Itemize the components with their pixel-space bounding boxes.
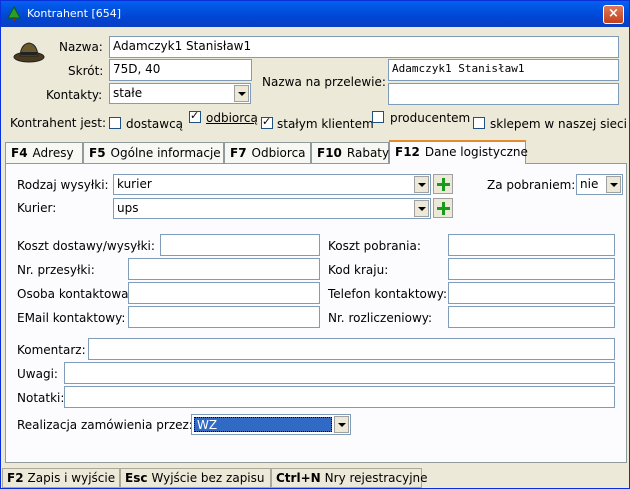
skrot-label: Skrót: — [68, 64, 104, 78]
tab-key: F12 — [395, 145, 420, 159]
status-exit-no-save[interactable]: Esc Wyjście bez zapisu — [120, 468, 271, 488]
nazwa-input[interactable]: Adamczyk1 Stanisław1 — [109, 36, 619, 58]
notatki-label: Notatki: — [17, 391, 65, 405]
chevron-down-icon[interactable] — [334, 416, 349, 433]
status-registration-numbers[interactable]: Ctrl+N Nry rejestracyjne — [271, 468, 428, 488]
komentarz-input[interactable] — [88, 338, 615, 360]
koszt-pobrania-input[interactable] — [448, 234, 615, 256]
status-key: Ctrl+N — [276, 471, 321, 485]
sklep-checkbox[interactable] — [473, 117, 485, 129]
nr-przesylki-label: Nr. przesyłki: — [17, 263, 95, 277]
window-title: Kontrahent [654] — [27, 7, 122, 20]
tab-label: Ogólne informacje — [110, 146, 221, 160]
tab-key: F5 — [89, 146, 106, 160]
chevron-down-icon[interactable] — [414, 200, 429, 217]
dostawca-label: dostawcą — [126, 117, 184, 131]
skrot-input[interactable]: 75D, 40 — [109, 59, 252, 81]
realizacja-value: WZ — [194, 417, 332, 432]
add-rodzaj-button[interactable] — [433, 174, 453, 194]
telefon-label: Telefon kontaktowy: — [328, 287, 447, 301]
status-key: F2 — [7, 471, 24, 485]
sklep-label: sklepem w naszej sieci — [490, 117, 627, 131]
email-label: EMail kontaktowy: — [17, 311, 126, 325]
osoba-input[interactable] — [128, 282, 320, 304]
tab-label: Adresy — [32, 146, 74, 160]
status-key: Esc — [125, 471, 148, 485]
koszt-dostawy-label: Koszt dostawy/wysyłki: — [17, 239, 155, 253]
komentarz-label: Komentarz: — [17, 343, 86, 357]
producent-checkbox[interactable] — [372, 111, 384, 123]
koszt-dostawy-input[interactable] — [160, 234, 320, 256]
app-icon — [7, 6, 21, 21]
kod-kraju-label: Kod kraju: — [328, 263, 389, 277]
przelew-input-2[interactable] — [388, 83, 619, 105]
kontakty-select[interactable]: stałe — [109, 83, 251, 104]
status-bar: F2 Zapis i wyjście Esc Wyjście bez zapisu … — [1, 466, 629, 488]
odbiorca-checkbox[interactable] — [189, 109, 201, 123]
tab-key: F10 — [317, 146, 342, 160]
kontakty-value: stałe — [113, 86, 143, 100]
kod-kraju-input[interactable] — [448, 258, 615, 280]
tab-dane-logistyczne[interactable]: F12 Dane logistyczne — [389, 140, 528, 164]
uwagi-input[interactable] — [64, 362, 615, 384]
tab-adresy[interactable]: F4 Adresy — [5, 142, 83, 164]
status-save-exit[interactable]: F2 Zapis i wyjście — [2, 468, 120, 488]
przelew-label: Nazwa na przelewie: — [262, 75, 386, 89]
kontrahent-jest-label: Kontrahent jest: — [10, 116, 107, 130]
rodzaj-select[interactable]: kurier — [113, 174, 431, 195]
contractor-hat-icon — [13, 42, 45, 63]
uwagi-label: Uwagi: — [17, 367, 58, 381]
kontrahent-window: Kontrahent [654] × Nazwa: Adamczyk1 Stan… — [0, 0, 630, 489]
tab-key: F7 — [230, 146, 247, 160]
tab-key: F4 — [11, 146, 28, 160]
realizacja-select[interactable]: WZ — [191, 414, 351, 435]
tab-label: Rabaty — [346, 146, 390, 160]
tab-strip: F4 Adresy F5 Ogólne informacje F7 Odbiorca … — [5, 140, 627, 164]
tab-ogolne-informacje[interactable]: F5 Ogólne informacje — [83, 142, 224, 164]
notatki-input[interactable] — [64, 386, 615, 408]
telefon-input[interactable] — [448, 282, 615, 304]
rodzaj-value: kurier — [117, 177, 152, 191]
tab-odbiorca[interactable]: F7 Odbiorca — [224, 142, 311, 164]
realizacja-label: Realizacja zamówienia przez: — [17, 418, 193, 432]
email-input[interactable] — [128, 306, 320, 328]
tab-label: Dane logistyczne — [424, 145, 528, 159]
close-button[interactable]: × — [603, 5, 624, 24]
pobranie-label: Za pobraniem: — [487, 178, 576, 192]
nr-przesylki-input[interactable] — [128, 258, 320, 280]
koszt-pobrania-label: Koszt pobrania: — [328, 239, 421, 253]
kurier-value: ups — [117, 201, 139, 215]
kontakty-label: Kontakty: — [46, 88, 103, 102]
producent-label: producentem — [390, 111, 471, 125]
status-label: Zapis i wyjście — [27, 471, 116, 485]
title-bar[interactable]: Kontrahent [654] × — [1, 1, 629, 27]
staly-klient-label: stałym klientem — [277, 117, 374, 131]
odbiorca-label: odbiorcą — [206, 111, 258, 125]
tab-rabaty[interactable]: F10 Rabaty — [311, 142, 389, 164]
chevron-down-icon[interactable] — [606, 176, 621, 193]
status-label: Nry rejestracyjne — [324, 471, 428, 485]
chevron-down-icon[interactable] — [414, 176, 429, 193]
przelew-input[interactable]: Adamczyk1 Stanisław1 — [388, 59, 619, 81]
add-kurier-button[interactable] — [433, 198, 453, 218]
osoba-label: Osoba kontaktowa: — [17, 287, 133, 301]
chevron-down-icon[interactable] — [234, 85, 249, 102]
dostawca-checkbox[interactable] — [109, 117, 121, 129]
pobranie-value: nie — [580, 177, 599, 191]
nr-rozliczeniowy-input[interactable] — [448, 306, 615, 328]
staly-klient-checkbox[interactable] — [261, 115, 273, 129]
status-label: Wyjście bez zapisu — [151, 471, 265, 485]
nazwa-label: Nazwa: — [59, 40, 103, 54]
nr-rozliczeniowy-label: Nr. rozliczeniowy: — [328, 311, 433, 325]
tab-label: Odbiorca — [251, 146, 306, 160]
kurier-select[interactable]: ups — [113, 198, 431, 219]
kurier-label: Kurier: — [17, 201, 57, 215]
rodzaj-label: Rodzaj wysyłki: — [17, 178, 109, 192]
pobranie-select[interactable]: nie — [576, 174, 623, 195]
